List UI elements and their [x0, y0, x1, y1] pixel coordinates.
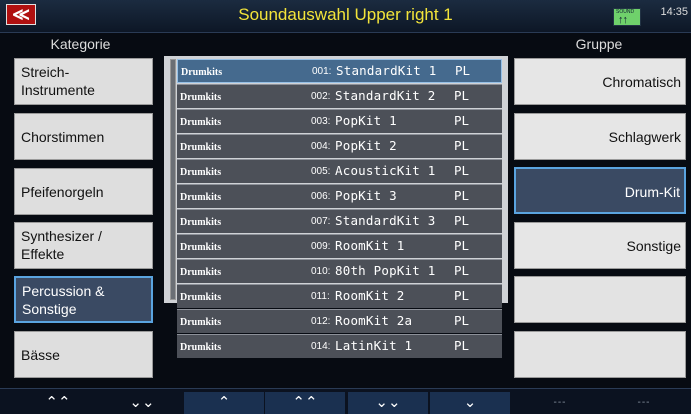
- sound-number: 002:: [311, 91, 331, 102]
- double-chevron-up-icon: ⌃⌃: [292, 394, 318, 411]
- sound-list-row[interactable]: Drumkits 006: PopKit 3 PL: [177, 184, 502, 208]
- jump-bottom-icon: ⌄: [463, 394, 477, 411]
- sound-number: 012:: [311, 316, 331, 327]
- sound-name: RoomKit 2a: [335, 313, 413, 328]
- sound-number: 005:: [311, 166, 331, 177]
- sound-number: 004:: [311, 141, 331, 152]
- sound-tag: PL: [454, 338, 470, 353]
- list-page-up-button[interactable]: ⌃⌃: [265, 392, 345, 414]
- category-button-synth-effects[interactable]: Synthesizer / Effekte: [14, 222, 153, 269]
- list-top-button[interactable]: ⌃: [184, 392, 264, 414]
- sound-tag: PL: [454, 313, 470, 328]
- sound-number: 014:: [311, 341, 331, 352]
- empty-button-1[interactable]: ---: [520, 392, 600, 414]
- sound-name: AcousticKit 1: [335, 163, 436, 178]
- sound-group: Drumkits: [180, 142, 222, 153]
- sound-group: Drumkits: [181, 67, 223, 78]
- sound-list-row[interactable]: Drumkits 001: StandardKit 1 PL: [177, 59, 502, 83]
- group-button-drum-kit[interactable]: Drum-Kit: [514, 167, 686, 214]
- sound-list-row[interactable]: Drumkits 002: StandardKit 2 PL: [177, 84, 502, 108]
- category-heading: Kategorie: [50, 36, 111, 52]
- sound-number: 011:: [311, 291, 330, 302]
- sound-tag: PL: [454, 188, 470, 203]
- sound-tag: PL: [454, 213, 470, 228]
- sound-name: StandardKit 3: [335, 213, 436, 228]
- sound-name: PopKit 1: [335, 113, 397, 128]
- sound-list-row[interactable]: Drumkits 007: StandardKit 3 PL: [177, 209, 502, 233]
- sound-tag: PL: [454, 163, 470, 178]
- category-button-pipe-organs[interactable]: Pfeifenorgeln: [14, 168, 153, 215]
- sound-list-row[interactable]: Drumkits 003: PopKit 1 PL: [177, 109, 502, 133]
- sound-list-row[interactable]: Drumkits 005: AcousticKit 1 PL: [177, 159, 502, 183]
- list-page-down-button[interactable]: ⌄⌄: [348, 392, 428, 414]
- sound-status-icon: SOUND ↑↑: [613, 8, 641, 26]
- sound-group: Drumkits: [180, 242, 222, 253]
- double-chevron-down-icon: ⌄⌄: [129, 394, 155, 411]
- sound-name: RoomKit 2: [335, 288, 405, 303]
- list-scrollbar[interactable]: [170, 59, 176, 300]
- group-button-chromatic[interactable]: Chromatisch: [514, 58, 686, 105]
- sound-tag: PL: [454, 238, 470, 253]
- sound-name: PopKit 2: [335, 138, 397, 153]
- sound-tag: PL: [454, 88, 470, 103]
- sound-list-row[interactable]: Drumkits 010: 80th PopKit 1 PL: [177, 259, 502, 283]
- sound-list-row[interactable]: Drumkits 014: LatinKit 1 PL: [177, 334, 502, 358]
- back-button[interactable]: ≪: [6, 4, 36, 25]
- group-button-percussion[interactable]: Schlagwerk: [514, 113, 686, 160]
- double-chevron-down-icon: ⌄⌄: [375, 394, 401, 411]
- group-heading: Gruppe: [575, 36, 623, 52]
- category-button-percussion[interactable]: Percussion & Sonstige: [14, 276, 153, 323]
- sound-number: 003:: [311, 116, 331, 127]
- sound-name: RoomKit 1: [335, 238, 405, 253]
- clock: 14:35: [660, 6, 688, 18]
- sound-name: PopKit 3: [335, 188, 397, 203]
- sound-name: StandardKit 1: [336, 63, 437, 78]
- sound-number: 010:: [311, 266, 331, 277]
- sound-group: Drumkits: [180, 92, 222, 103]
- sound-tag: PL: [454, 288, 470, 303]
- double-chevron-up-icon: ⌃⌃: [45, 394, 71, 411]
- sound-number: 006:: [311, 191, 331, 202]
- sound-list-row[interactable]: Drumkits 009: RoomKit 1 PL: [177, 234, 502, 258]
- group-button-other[interactable]: Sonstige: [514, 222, 686, 269]
- sound-tag: PL: [455, 63, 471, 78]
- sound-tag: PL: [454, 263, 470, 278]
- sound-group: Drumkits: [180, 292, 222, 303]
- category-page-down-button[interactable]: ⌄⌄: [102, 392, 182, 414]
- group-button-empty-1[interactable]: [514, 276, 686, 323]
- sound-group: Drumkits: [180, 192, 222, 203]
- sound-group: Drumkits: [180, 217, 222, 228]
- page-title: Soundauswahl Upper right 1: [238, 5, 453, 24]
- sound-name: LatinKit 1: [335, 338, 413, 353]
- category-page-up-button[interactable]: ⌃⌃: [18, 392, 98, 414]
- status-icon-arrows: ↑↑: [618, 14, 628, 26]
- sound-group: Drumkits: [180, 267, 222, 278]
- sound-number: 009:: [311, 241, 331, 252]
- category-button-bass[interactable]: Bässe: [14, 331, 153, 378]
- list-bottom-button[interactable]: ⌄: [430, 392, 510, 414]
- group-button-empty-2[interactable]: [514, 331, 686, 378]
- sound-tag: PL: [454, 138, 470, 153]
- sound-number: 007:: [311, 216, 331, 227]
- sound-tag: PL: [454, 113, 470, 128]
- sound-list-row[interactable]: Drumkits 011: RoomKit 2 PL: [177, 284, 502, 308]
- sound-number: 001:: [312, 66, 332, 77]
- sound-list-row[interactable]: Drumkits 012: RoomKit 2a PL: [177, 309, 502, 333]
- sound-list-row[interactable]: Drumkits 004: PopKit 2 PL: [177, 134, 502, 158]
- sound-group: Drumkits: [180, 117, 222, 128]
- sound-group: Drumkits: [180, 317, 222, 328]
- empty-button-2[interactable]: ---: [604, 392, 684, 414]
- sound-name: 80th PopKit 1: [335, 263, 436, 278]
- sound-group: Drumkits: [180, 167, 222, 178]
- jump-top-icon: ⌃: [217, 394, 231, 411]
- category-button-strings[interactable]: Streich- Instrumente: [14, 58, 153, 105]
- sound-group: Drumkits: [180, 342, 222, 353]
- category-button-choir[interactable]: Chorstimmen: [14, 113, 153, 160]
- sound-name: StandardKit 2: [335, 88, 436, 103]
